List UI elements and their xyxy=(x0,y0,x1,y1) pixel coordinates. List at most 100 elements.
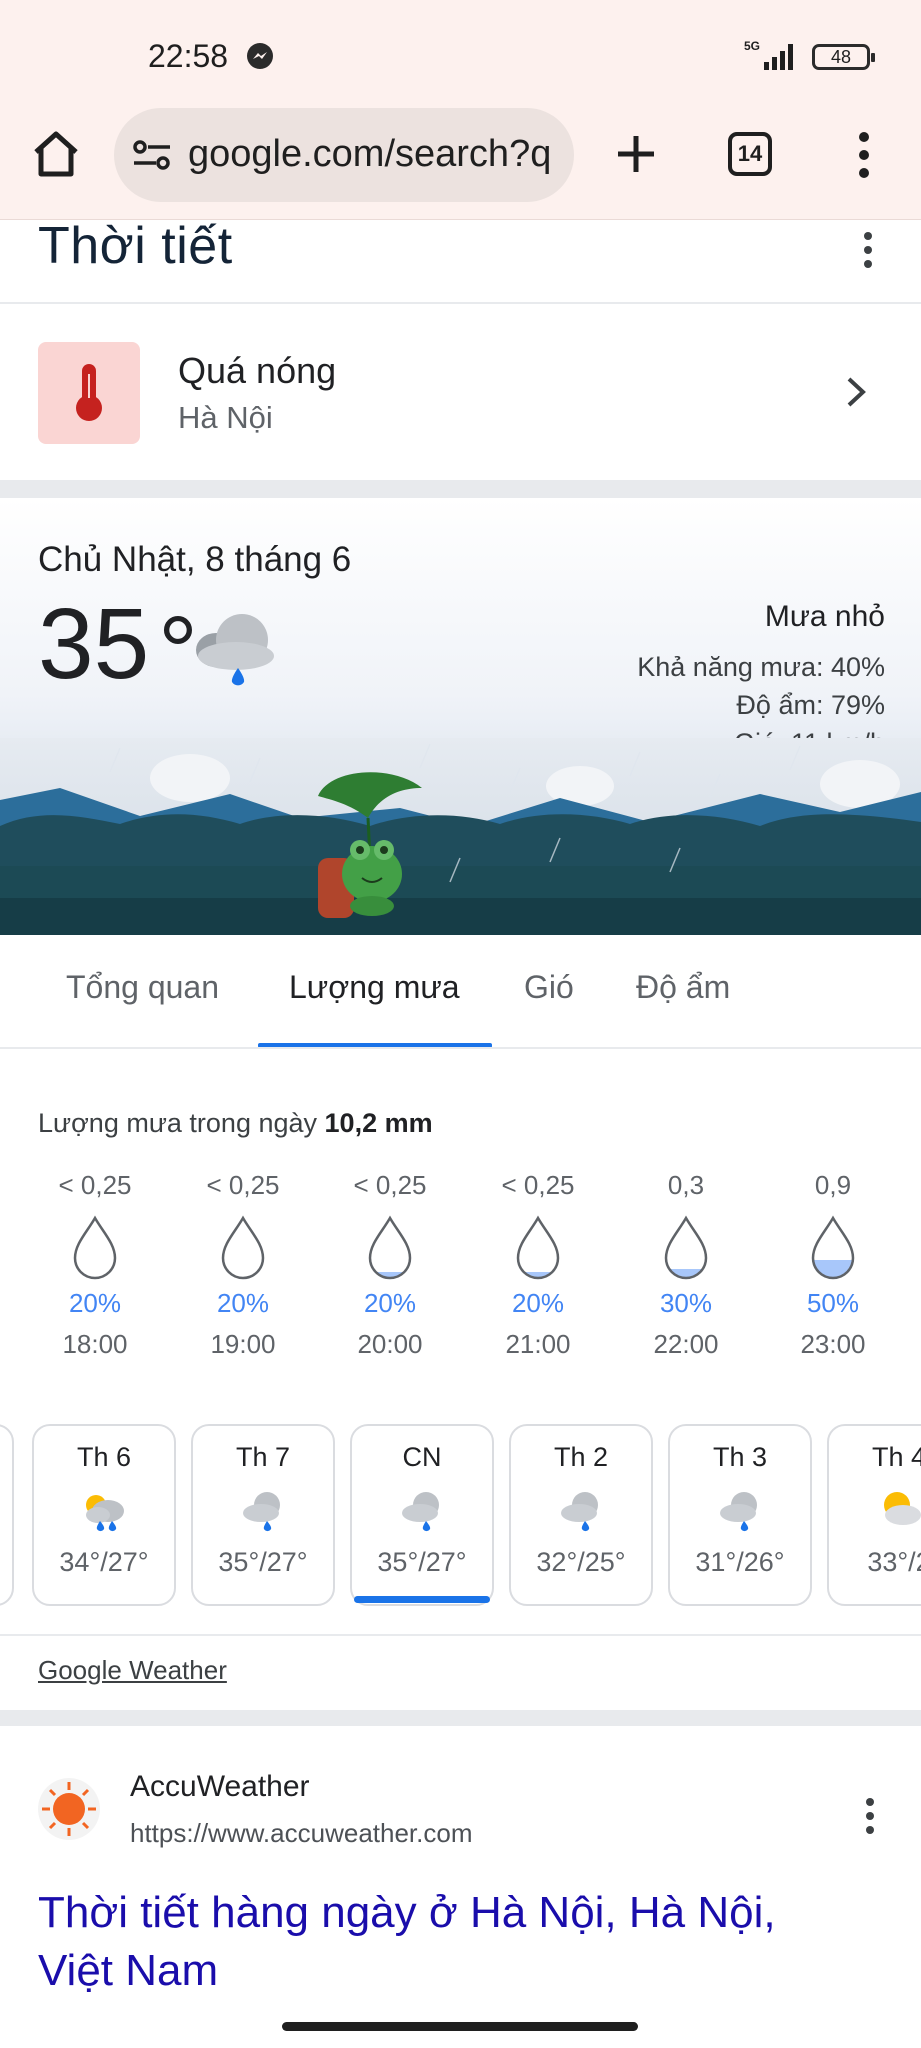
day-card[interactable]: Th 2 32°/25° xyxy=(509,1424,653,1606)
day-card[interactable]: Th 3 31°/26° xyxy=(668,1424,812,1606)
hour-label: 21:00 xyxy=(505,1329,571,1359)
day-name: CN xyxy=(402,1442,442,1472)
day-name: Th 6 xyxy=(76,1442,132,1472)
temp-range: 31°/26° xyxy=(695,1547,785,1577)
rain-probability: 20% xyxy=(216,1288,270,1318)
heat-alert-row[interactable]: Quá nóng Hà Nội xyxy=(0,304,921,480)
messenger-icon xyxy=(247,43,273,69)
day-card-partial[interactable]: Th 4 33°/2 xyxy=(827,1424,921,1606)
url-text[interactable]: google.com/search?q xyxy=(188,133,570,176)
raindrop-outline xyxy=(516,1215,560,1280)
result-site-name[interactable]: AccuWeather xyxy=(130,1770,310,1804)
day-name: Th 2 xyxy=(553,1442,609,1472)
chevron-right-icon[interactable] xyxy=(844,374,868,410)
more-vert-icon[interactable] xyxy=(856,132,872,178)
rain-amount: < 0,25 xyxy=(353,1170,427,1200)
rain-amount: < 0,25 xyxy=(501,1170,575,1200)
day-card-partial[interactable] xyxy=(0,1424,14,1606)
rain-probability: 20% xyxy=(363,1288,417,1318)
rain-cloud-icon xyxy=(243,1492,280,1532)
section-separator xyxy=(0,480,921,498)
tab-switcher-button[interactable]: 14 xyxy=(728,132,772,176)
hour-label: 19:00 xyxy=(210,1329,276,1359)
address-bar[interactable]: google.com/search?q xyxy=(114,108,574,202)
hourly-rain-item: < 0,25 20% 19:00 xyxy=(168,1170,318,1360)
rain-amount: 0,3 xyxy=(667,1170,705,1200)
hourly-rain-item: < 0,25 20% 20:00 xyxy=(315,1170,465,1360)
raindrop-outline xyxy=(221,1215,265,1280)
raindrop-icon xyxy=(516,1215,560,1280)
weather-tabs: Tổng quan Lượng mưa Gió Độ ẩm xyxy=(0,935,921,1049)
result-more-icon[interactable] xyxy=(864,1798,876,1834)
current-condition: Mưa nhỏ xyxy=(764,600,885,633)
temp-range: 32°/25° xyxy=(536,1547,626,1577)
tab-overview[interactable]: Tổng quan xyxy=(66,969,219,1006)
raindrop-icon xyxy=(73,1215,117,1280)
result-title-link[interactable]: Thời tiết hàng ngày ở Hà Nội, Hà Nội, Vi… xyxy=(38,1884,858,2000)
rain-amount: < 0,25 xyxy=(206,1170,280,1200)
rain-summary-value: 10,2 mm xyxy=(324,1108,433,1138)
signal-icon: 5G xyxy=(744,39,793,70)
tab-humidity[interactable]: Độ ẩm xyxy=(636,969,730,1006)
new-tab-plus-icon[interactable] xyxy=(612,130,660,178)
day-card[interactable]: Th 7 35°/27° xyxy=(191,1424,335,1606)
hour-label: 18:00 xyxy=(62,1329,128,1359)
raindrop-icon xyxy=(664,1215,708,1280)
rain-cloud-icon xyxy=(720,1492,757,1532)
daily-forecast-strip[interactable]: Th 6 34°/27° Th 7 35°/27° CN 35°/27° Th … xyxy=(0,1424,921,1606)
hour-label: 22:00 xyxy=(653,1329,719,1359)
divider xyxy=(0,1047,921,1049)
alert-title: Quá nóng xyxy=(178,350,337,391)
rain-probability: 20% xyxy=(511,1288,565,1318)
section-separator xyxy=(0,1710,921,1726)
daily-rain-summary: Lượng mưa trong ngày 10,2 mm xyxy=(38,1108,433,1139)
status-time: 22:58 xyxy=(148,38,229,74)
thermometer-icon xyxy=(76,364,102,421)
home-icon[interactable] xyxy=(30,128,82,180)
rain-cloud-icon xyxy=(402,1492,439,1532)
raindrop-icon xyxy=(811,1215,855,1280)
weather-more-icon[interactable] xyxy=(862,232,874,268)
rain-probability: 20% xyxy=(68,1288,122,1318)
status-bar: 22:58 5G 48 xyxy=(0,0,921,96)
tab-wind[interactable]: Gió xyxy=(524,969,574,1006)
current-temperature: 35 xyxy=(38,588,150,700)
day-name: Th 4 xyxy=(871,1442,921,1472)
temp-range: 34°/27° xyxy=(59,1547,149,1577)
gesture-navigation-bar[interactable] xyxy=(282,2022,638,2031)
rain-cloud-icon xyxy=(561,1492,598,1532)
hour-label: 23:00 xyxy=(800,1329,866,1359)
partly-sunny-rain-icon xyxy=(86,1495,124,1532)
rain-cloud-icon xyxy=(196,614,274,686)
rain-summary-label: Lượng mưa trong ngày xyxy=(38,1108,318,1138)
rain-probability: 30% xyxy=(659,1288,713,1318)
raindrop-outline xyxy=(368,1215,412,1280)
hourly-rain-item: < 0,25 20% 18:00 xyxy=(20,1170,170,1360)
raindrop-icon xyxy=(221,1215,265,1280)
hourly-rain-item: 0,9 50% 23:00 xyxy=(758,1170,908,1360)
raindrop-icon xyxy=(368,1215,412,1280)
result-site-url[interactable]: https://www.accuweather.com xyxy=(130,1818,472,1849)
battery-indicator: 48 xyxy=(812,44,875,70)
alert-location: Hà Nội xyxy=(178,400,273,435)
raindrop-outline xyxy=(73,1215,117,1280)
svg-text:5G: 5G xyxy=(744,39,760,53)
tune-icon[interactable] xyxy=(132,138,172,172)
tab-precipitation[interactable]: Lượng mưa xyxy=(289,969,460,1006)
sun-logo-icon xyxy=(42,1782,96,1836)
rain-probability: 50% xyxy=(806,1288,860,1318)
weather-illustration xyxy=(0,738,921,935)
divider xyxy=(0,1634,921,1636)
weather-title: Thời tiết xyxy=(38,217,233,275)
day-card[interactable]: Th 6 34°/27° xyxy=(32,1424,176,1606)
current-date: Chủ Nhật, 8 tháng 6 xyxy=(38,540,352,579)
hourly-rain-item: < 0,25 20% 21:00 xyxy=(463,1170,613,1360)
accuweather-logo xyxy=(38,1778,100,1840)
current-weather-card: Chủ Nhật, 8 tháng 6 35 ° Mưa nhỏ Khả năn… xyxy=(0,498,921,935)
google-weather-link[interactable]: Google Weather xyxy=(38,1655,227,1686)
selected-day-indicator xyxy=(354,1596,490,1603)
temp-range: 35°/27° xyxy=(377,1547,467,1577)
day-card-selected[interactable]: CN 35°/27° xyxy=(350,1424,494,1606)
temp-range: 35°/27° xyxy=(218,1547,308,1577)
temp-range: 33°/2 xyxy=(867,1547,921,1577)
